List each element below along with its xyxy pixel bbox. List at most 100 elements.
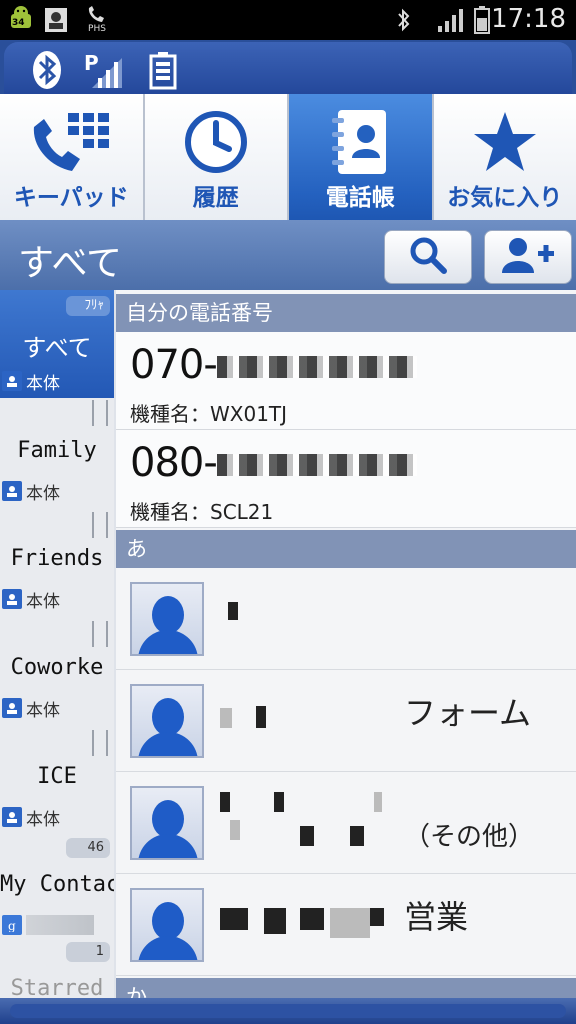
phone-prefix: 070- bbox=[130, 342, 218, 388]
group-source: 本体 bbox=[2, 370, 60, 394]
search-icon bbox=[408, 235, 448, 279]
battery-icon bbox=[472, 6, 492, 34]
add-contact-icon bbox=[500, 235, 556, 279]
group-name: Friends bbox=[10, 546, 104, 571]
contact-row[interactable]: フォーム bbox=[116, 670, 576, 772]
contact-row[interactable]: （その他） bbox=[116, 772, 576, 874]
notification-badge: 34 bbox=[12, 18, 25, 28]
section-header-a: あ bbox=[116, 530, 576, 568]
device-model: 機種名：WX01TJ bbox=[130, 402, 288, 426]
signal-icon bbox=[436, 6, 466, 34]
group-item-starred[interactable]: 1 Starred bbox=[0, 942, 114, 998]
group-source: 本体 bbox=[2, 697, 60, 721]
group-count: 46 bbox=[66, 838, 110, 858]
group-source-label: 本体 bbox=[26, 700, 60, 721]
strip-battery-icon bbox=[148, 50, 178, 90]
contacts-content: ﾌﾘｬ すべて 本体 Family 本体 Friends 本体 Coworke … bbox=[0, 290, 576, 998]
group-source: g bbox=[2, 914, 94, 936]
contact-name-redacted bbox=[220, 894, 400, 954]
contact-name-suffix: 営業 bbox=[404, 898, 469, 936]
group-name: My Contac bbox=[0, 872, 114, 897]
group-source: 本体 bbox=[2, 588, 60, 612]
drag-handle-icon[interactable] bbox=[92, 512, 108, 538]
main-tabs: キーパッド 履歴 電話帳 お気に入り bbox=[0, 94, 576, 220]
bottom-bar bbox=[0, 998, 576, 1024]
phone-storage-icon bbox=[2, 371, 22, 391]
phone-storage-icon bbox=[2, 481, 22, 501]
phone-storage-icon bbox=[2, 589, 22, 609]
strip-bluetooth-icon bbox=[30, 50, 64, 90]
group-name: Starred bbox=[10, 976, 104, 998]
strip-phs-signal-icon: P bbox=[84, 50, 124, 90]
avatar bbox=[130, 888, 204, 962]
svg-text:g: g bbox=[8, 919, 16, 932]
contact-name-suffix: （その他） bbox=[404, 822, 535, 852]
group-name: Coworke bbox=[10, 655, 104, 680]
my-phone-number: 080- bbox=[130, 440, 417, 486]
clock-time: 17:18 bbox=[491, 4, 566, 34]
contact-name-redacted bbox=[220, 588, 400, 648]
group-count: 1 bbox=[66, 942, 110, 962]
list-header: すべて bbox=[0, 220, 576, 290]
contact-row[interactable] bbox=[116, 568, 576, 670]
google-account-icon: g bbox=[2, 915, 22, 935]
group-item-my-contacts[interactable]: 46 My Contac g bbox=[0, 834, 114, 942]
group-source-label: 本体 bbox=[26, 483, 60, 504]
group-list[interactable]: ﾌﾘｬ すべて 本体 Family 本体 Friends 本体 Coworke … bbox=[0, 290, 114, 998]
my-number-entry[interactable]: 070- 機種名：WX01TJ bbox=[116, 332, 576, 430]
my-phone-number: 070- bbox=[130, 342, 417, 388]
tab-keypad[interactable]: キーパッド bbox=[0, 94, 145, 220]
phonebook-icon bbox=[289, 106, 432, 178]
device-model: 機種名：SCL21 bbox=[130, 500, 274, 524]
group-source-label: 本体 bbox=[26, 591, 60, 612]
tab-phonebook[interactable]: 電話帳 bbox=[289, 94, 434, 220]
group-item-ice[interactable]: ICE 本体 bbox=[0, 726, 114, 834]
keypad-icon bbox=[0, 106, 143, 178]
group-item-friends[interactable]: Friends 本体 bbox=[0, 508, 114, 616]
section-header-ka: か bbox=[116, 978, 576, 998]
group-source: 本体 bbox=[2, 806, 60, 830]
drag-handle-icon[interactable] bbox=[92, 730, 108, 756]
drag-handle-icon[interactable] bbox=[92, 400, 108, 426]
phone-storage-icon bbox=[2, 698, 22, 718]
tab-history-label: 履歴 bbox=[192, 185, 239, 211]
add-contact-button[interactable] bbox=[484, 230, 572, 284]
avatar bbox=[130, 684, 204, 758]
group-count: ﾌﾘｬ bbox=[66, 296, 110, 316]
contact-name-redacted bbox=[220, 690, 400, 750]
contacts-app: P キーパッド 履歴 電話帳 お気に入り すべて ﾌﾘｬ すべて 本体 Fami… bbox=[0, 40, 576, 1024]
tab-favorites-label: お気に入り bbox=[447, 185, 563, 211]
phone-phs-icon: PHS bbox=[80, 6, 114, 34]
contact-list[interactable]: 自分の電話番号 070- 機種名：WX01TJ 080- 機種名：SCL21 あ bbox=[116, 290, 576, 998]
tab-keypad-label: キーパッド bbox=[13, 185, 129, 211]
avatar bbox=[130, 786, 204, 860]
group-name: ICE bbox=[37, 764, 77, 789]
contact-row[interactable]: 営業 bbox=[116, 874, 576, 976]
phone-prefix: 080- bbox=[130, 440, 218, 486]
svg-text:P: P bbox=[84, 51, 99, 75]
group-item-all[interactable]: ﾌﾘｬ すべて 本体 bbox=[0, 290, 114, 398]
contact-name-redacted bbox=[220, 792, 400, 852]
drag-handle-icon[interactable] bbox=[92, 621, 108, 647]
group-item-family[interactable]: Family 本体 bbox=[0, 400, 114, 508]
group-source: 本体 bbox=[2, 480, 60, 504]
group-name: Family bbox=[17, 438, 97, 463]
tab-history[interactable]: 履歴 bbox=[144, 94, 289, 220]
phone-redacted bbox=[216, 454, 417, 476]
group-source-label: 本体 bbox=[26, 809, 60, 830]
avatar bbox=[130, 582, 204, 656]
history-clock-icon bbox=[145, 106, 288, 178]
phone-storage-icon bbox=[2, 807, 22, 827]
status-bar: 34 PHS 17:18 bbox=[0, 0, 576, 40]
bluetooth-icon bbox=[392, 6, 416, 34]
group-item-coworkers[interactable]: Coworke 本体 bbox=[0, 617, 114, 725]
contact-card-icon bbox=[42, 6, 70, 34]
tab-favorites[interactable]: お気に入り bbox=[433, 94, 576, 220]
account-name-redacted bbox=[26, 915, 94, 935]
my-number-entry[interactable]: 080- 機種名：SCL21 bbox=[116, 430, 576, 528]
search-button[interactable] bbox=[384, 230, 472, 284]
phs-label: PHS bbox=[88, 24, 106, 34]
phone-redacted bbox=[216, 356, 417, 378]
page-title: すべて bbox=[18, 243, 123, 284]
star-icon bbox=[434, 106, 576, 178]
